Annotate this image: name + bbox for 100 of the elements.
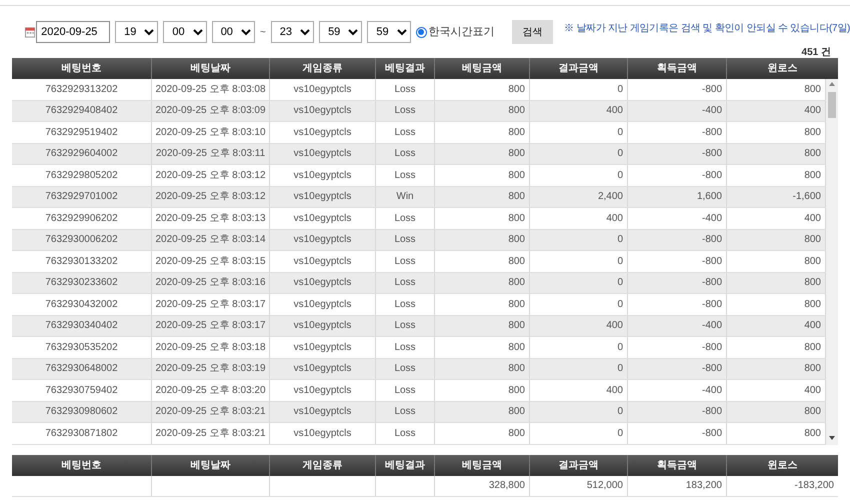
timezone-radio[interactable]	[416, 26, 427, 38]
table-cell: vs10egyptcls	[270, 251, 376, 272]
table-cell: Loss	[376, 402, 435, 422]
table-cell: 0	[530, 165, 628, 186]
table-row[interactable]: 7632930340402 2020-09-25 오후 8:03:17 vs10egyptcls Loss 800 400 -400 400	[12, 316, 826, 337]
table-cell: 0	[530, 402, 628, 422]
table-row[interactable]: 7632930133202 2020-09-25 오후 8:03:15 vs10egyptcls Loss 800 0 -800 800	[12, 251, 826, 272]
search-button[interactable]: 검색	[512, 20, 554, 44]
table-cell: 7632930432002	[12, 294, 152, 314]
table-cell: 7632929701002	[12, 186, 152, 207]
table-cell: 7632930871802	[12, 423, 152, 444]
table-cell: 7632930340402	[12, 316, 152, 336]
table-cell: 7632929805202	[12, 165, 152, 186]
table-row[interactable]: 7632929519402 2020-09-25 오후 8:03:10 vs10egyptcls Loss 800 0 -800 800	[12, 122, 826, 144]
table-cell: 800	[435, 358, 530, 379]
table-cell: 7632930648002	[12, 358, 152, 379]
table-cell: 2020-09-25 오후 8:03:12	[152, 186, 270, 207]
column-header: 베팅금액	[435, 454, 530, 476]
table-cell: 7632929604002	[12, 144, 152, 164]
table-cell: 7632930535202	[12, 337, 152, 358]
table-cell: 2020-09-25 오후 8:03:14	[152, 230, 270, 250]
notice-text: ※ 날짜가 지난 게임기록은 검색 및 확인이 안되실 수 있습니다(7일)	[564, 22, 850, 36]
column-header: 베팅결과	[376, 454, 435, 476]
table-row[interactable]: 7632930535202 2020-09-25 오후 8:03:18 vs10egyptcls Loss 800 0 -800 800	[12, 337, 826, 358]
table-cell: Loss	[376, 79, 435, 100]
table-cell: -800	[628, 272, 727, 293]
table-cell: -800	[628, 230, 727, 250]
table-cell: 800	[435, 316, 530, 336]
table-row[interactable]: 7632929906202 2020-09-25 오후 8:03:13 vs10egyptcls Loss 800 400 -400 400	[12, 208, 826, 230]
table-cell: Loss	[376, 230, 435, 250]
table-cell: 1,600	[628, 186, 727, 207]
table-cell: 800	[435, 337, 530, 358]
scroll-up-icon[interactable]	[828, 81, 836, 87]
table-cell: 0	[530, 337, 628, 358]
table-row[interactable]: 7632930006202 2020-09-25 오후 8:03:14 vs10egyptcls Loss 800 0 -800 800	[12, 230, 826, 251]
table-cell: 0	[530, 358, 628, 379]
table-cell: Loss	[376, 272, 435, 293]
table-cell: 800	[435, 100, 530, 121]
table-cell: -800	[628, 402, 727, 422]
hour-select[interactable]: 19	[115, 21, 158, 43]
table-cell: 2020-09-25 오후 8:03:10	[152, 122, 270, 142]
table-row[interactable]: 7632929805202 2020-09-25 오후 8:03:12 vs10egyptcls Loss 800 0 -800 800	[12, 165, 826, 186]
table-cell: 0	[530, 122, 628, 142]
minute-select[interactable]: 00	[163, 21, 207, 43]
table-cell: Loss	[376, 165, 435, 186]
table-cell: vs10egyptcls	[270, 294, 376, 314]
table-cell: 800	[435, 294, 530, 314]
table-cell: Loss	[376, 122, 435, 142]
table-cell: 7632930980602	[12, 402, 152, 422]
table-cell: 800	[435, 165, 530, 186]
table-cell: 0	[530, 272, 628, 293]
table-cell: 2020-09-25 오후 8:03:11	[152, 144, 270, 164]
table-cell: 7632930006202	[12, 230, 152, 250]
table-row[interactable]: 7632929313202 2020-09-25 오후 8:03:08 vs10egyptcls Loss 800 0 -800 800	[12, 79, 826, 100]
table-cell: -400	[628, 316, 727, 336]
table-cell: 800	[435, 122, 530, 142]
table-row[interactable]: 7632930648002 2020-09-25 오후 8:03:19 vs10egyptcls Loss 800 0 -800 800	[12, 358, 826, 380]
table-cell: 800	[435, 230, 530, 250]
scroll-down-icon[interactable]	[828, 434, 836, 440]
table-cell: 2,400	[530, 186, 628, 207]
table-cell: 2020-09-25 오후 8:03:13	[152, 208, 270, 228]
scrollbar[interactable]	[826, 79, 838, 444]
second-select[interactable]: 59	[367, 21, 411, 43]
table-cell: Loss	[376, 423, 435, 444]
table-row[interactable]: 7632930233602 2020-09-25 오후 8:03:16 vs10egyptcls Loss 800 0 -800 800	[12, 272, 826, 294]
table-cell: 800	[435, 380, 530, 400]
table-cell: Loss	[376, 144, 435, 164]
table-row[interactable]: 7632930980602 2020-09-25 오후 8:03:21 vs10egyptcls Loss 800 0 -800 800	[12, 402, 826, 423]
timezone-label: 한국시간표기	[428, 24, 495, 40]
table-row[interactable]: 7632930432002 2020-09-25 오후 8:03:17 vs10egyptcls Loss 800 0 -800 800	[12, 294, 826, 316]
table-cell: 2020-09-25 오후 8:03:20	[152, 380, 270, 400]
table-cell: -800	[628, 423, 727, 444]
table-row[interactable]: 7632929408402 2020-09-25 오후 8:03:09 vs10egyptcls Loss 800 400 -400 400	[12, 100, 826, 122]
calendar-icon[interactable]	[25, 26, 36, 38]
table-cell: 400	[530, 100, 628, 121]
table-cell: Loss	[376, 251, 435, 272]
column-header: 획득금액	[628, 454, 727, 476]
table-cell: 7632930133202	[12, 251, 152, 272]
date-field[interactable]: 2020-09-25	[36, 21, 110, 43]
table-cell: 7632929408402	[12, 100, 152, 121]
minute-select[interactable]: 59	[319, 21, 362, 43]
table-cell: vs10egyptcls	[270, 208, 376, 228]
table-row[interactable]: 7632930871802 2020-09-25 오후 8:03:21 vs10egyptcls Loss 800 0 -800 800	[12, 423, 826, 444]
table-cell: -800	[628, 79, 727, 100]
hour-select[interactable]: 23	[270, 21, 314, 43]
table-row[interactable]: 7632929604002 2020-09-25 오후 8:03:11 vs10egyptcls Loss 800 0 -800 800	[12, 144, 826, 165]
table-cell: vs10egyptcls	[270, 144, 376, 164]
table-cell: 2020-09-25 오후 8:03:21	[152, 423, 270, 444]
table-row[interactable]: 7632930759402 2020-09-25 오후 8:03:20 vs10egyptcls Loss 800 400 -400 400	[12, 380, 826, 402]
table-cell: 2020-09-25 오후 8:03:18	[152, 337, 270, 358]
table-cell: Win	[376, 186, 435, 207]
table-row[interactable]: 7632929701002 2020-09-25 오후 8:03:12 vs10egyptcls Win 800 2,400 1,600 -1,600	[12, 186, 826, 208]
table-cell: 0	[530, 251, 628, 272]
column-header: 게임종류	[270, 454, 376, 476]
table-cell: vs10egyptcls	[270, 230, 376, 250]
table-cell: vs10egyptcls	[270, 358, 376, 379]
table-cell: 800	[435, 402, 530, 422]
result-count: 451 건	[802, 46, 831, 58]
second-select[interactable]: 00	[212, 21, 255, 43]
scroll-thumb[interactable]	[828, 92, 836, 118]
